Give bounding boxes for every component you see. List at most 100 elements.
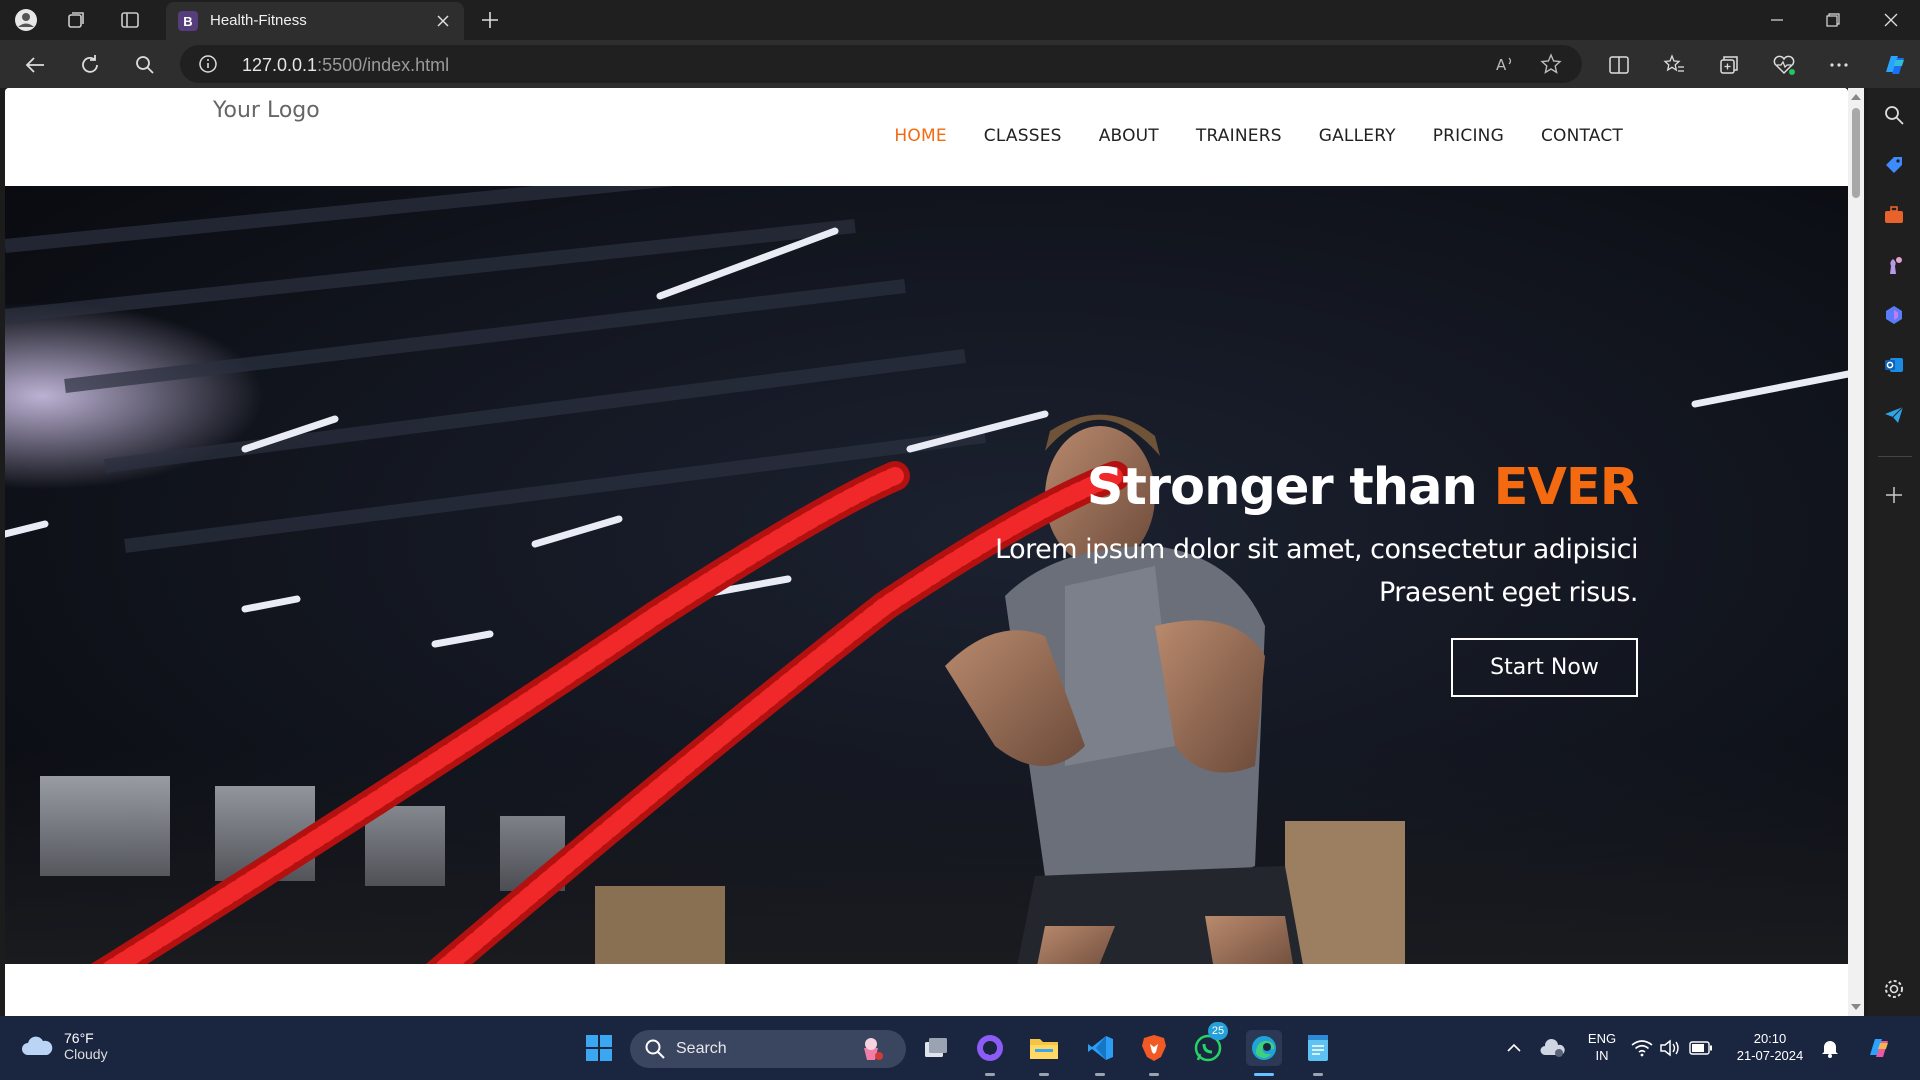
volume-icon[interactable] <box>1658 1030 1682 1066</box>
add-sidebar-app-icon[interactable] <box>1881 482 1907 508</box>
brave-running-indicator <box>1149 1073 1159 1076</box>
back-arrow-icon[interactable] <box>22 52 48 78</box>
copilot-sidebar-icon[interactable] <box>1881 302 1907 328</box>
outlook-icon[interactable] <box>1881 352 1907 378</box>
url-text[interactable]: 127.0.0.1:5500/index.html <box>242 55 449 76</box>
close-tab-icon[interactable] <box>432 10 454 32</box>
hero-title: Stronger than EVER <box>738 458 1639 518</box>
site-logo[interactable]: Your Logo <box>213 98 320 123</box>
site-info-icon[interactable] <box>198 54 218 74</box>
scroll-down-arrow-icon[interactable] <box>1848 1000 1864 1014</box>
menu-item-gallery[interactable]: GALLERY <box>1319 126 1396 146</box>
weather-temperature: 76°F <box>64 1030 94 1046</box>
taskbar-search-box[interactable]: Search <box>630 1030 906 1068</box>
scroll-up-arrow-icon[interactable] <box>1848 90 1864 104</box>
windows-start-icon[interactable] <box>581 1030 617 1066</box>
hero-title-main: Stronger than <box>1086 458 1494 517</box>
copilot-taskbar-icon[interactable] <box>1862 1030 1898 1066</box>
brave-browser-icon[interactable] <box>1136 1030 1172 1066</box>
clock-date: 21-07-2024 <box>1736 1048 1804 1063</box>
url-path: :5500/index.html <box>317 55 450 75</box>
vscode-icon[interactable] <box>1082 1030 1118 1066</box>
new-tab-icon[interactable] <box>478 8 502 32</box>
hero-subtitle: Lorem ipsum dolor sit amet, consectetur … <box>738 528 1638 614</box>
more-options-icon[interactable] <box>1826 52 1852 78</box>
hero-title-accent: EVER <box>1493 458 1639 517</box>
web-page: Your Logo HOME CLASSES ABOUT TRAINERS GA… <box>5 88 1848 1016</box>
menu-item-about[interactable]: ABOUT <box>1099 126 1159 146</box>
tools-briefcase-icon[interactable] <box>1881 202 1907 228</box>
wifi-icon[interactable] <box>1630 1030 1654 1066</box>
tab-title: Health-Fitness <box>210 12 307 29</box>
show-hidden-icons-chevron-icon[interactable] <box>1496 1030 1532 1066</box>
active-tab[interactable]: B Health-Fitness <box>166 2 464 40</box>
windows-taskbar: 76°F Cloudy Search 25 ENG IN 20:10 21-07… <box>0 1016 1920 1080</box>
read-aloud-icon[interactable]: A <box>1494 53 1516 75</box>
menu-item-classes[interactable]: CLASSES <box>984 126 1062 146</box>
vscode-running-indicator <box>1095 1073 1105 1076</box>
svg-text:A: A <box>1496 56 1507 74</box>
close-window-icon[interactable] <box>1874 6 1908 34</box>
task-view-icon[interactable] <box>918 1030 954 1066</box>
edge-browser-icon[interactable] <box>1246 1030 1282 1066</box>
profile-icon[interactable] <box>14 8 38 32</box>
file-explorer-icon[interactable] <box>1026 1030 1062 1066</box>
github-running-indicator <box>985 1073 995 1076</box>
url-host: 127.0.0.1 <box>242 55 318 75</box>
sidebar-search-icon[interactable] <box>1881 102 1907 128</box>
refresh-icon[interactable] <box>77 52 103 78</box>
site-header: Your Logo HOME CLASSES ABOUT TRAINERS GA… <box>5 88 1848 186</box>
cloud-icon <box>22 1036 53 1055</box>
browser-toolbar: 127.0.0.1:5500/index.html A <box>0 40 1920 88</box>
browser-essentials-icon[interactable] <box>1771 52 1797 78</box>
language-indicator[interactable]: ENG IN <box>1584 1030 1620 1064</box>
battery-icon[interactable] <box>1688 1030 1714 1066</box>
notepad-icon[interactable] <box>1300 1030 1336 1066</box>
sidebar-settings-gear-icon[interactable] <box>1881 976 1907 1002</box>
menu-item-contact[interactable]: CONTACT <box>1541 126 1623 146</box>
notepad-running-indicator <box>1313 1073 1323 1076</box>
search-placeholder: Search <box>676 1040 727 1057</box>
whatsapp-unread-badge: 25 <box>1208 1022 1228 1040</box>
onedrive-cloud-icon[interactable] <box>1535 1030 1571 1066</box>
menu-item-home[interactable]: HOME <box>894 126 946 146</box>
weather-condition: Cloudy <box>64 1046 108 1062</box>
edge-sidebar <box>1868 88 1920 1016</box>
favorites-icon[interactable] <box>1661 52 1687 78</box>
hero-subtitle-line2: Praesent eget risus. <box>1379 577 1639 608</box>
workspaces-icon[interactable] <box>64 8 88 32</box>
language-code: ENG <box>1587 1031 1617 1046</box>
region-code: IN <box>1595 1048 1609 1063</box>
hero-section: Stronger than EVER Lorem ipsum dolor sit… <box>5 186 1848 964</box>
shopping-tag-icon[interactable] <box>1881 152 1907 178</box>
page-scrollbar[interactable] <box>1848 88 1864 1016</box>
search-highlight-icon <box>864 1038 883 1060</box>
telegram-send-icon[interactable] <box>1881 402 1907 428</box>
split-screen-icon[interactable] <box>1606 52 1632 78</box>
browser-title-bar: B Health-Fitness <box>0 0 1920 40</box>
address-bar[interactable]: 127.0.0.1:5500/index.html A <box>180 45 1582 83</box>
tab-actions-icon[interactable] <box>118 8 142 32</box>
github-icon[interactable] <box>972 1030 1008 1066</box>
notifications-bell-icon[interactable] <box>1818 1030 1842 1066</box>
edge-active-indicator <box>1254 1073 1274 1076</box>
main-menu: HOME CLASSES ABOUT TRAINERS GALLERY PRIC… <box>857 126 1623 146</box>
scrollbar-thumb[interactable] <box>1852 108 1860 198</box>
hero-content: Stronger than EVER Lorem ipsum dolor sit… <box>738 458 1639 697</box>
copilot-icon[interactable] <box>1880 50 1910 80</box>
minimize-icon[interactable] <box>1760 6 1794 34</box>
start-now-button[interactable]: Start Now <box>1451 638 1638 697</box>
hero-subtitle-line1: Lorem ipsum dolor sit amet, consectetur … <box>995 534 1638 565</box>
collections-icon[interactable] <box>1716 52 1742 78</box>
menu-item-pricing[interactable]: PRICING <box>1433 126 1504 146</box>
restore-icon[interactable] <box>1816 6 1850 34</box>
bootstrap-favicon-icon: B <box>178 11 198 31</box>
menu-item-trainers[interactable]: TRAINERS <box>1196 126 1282 146</box>
search-icon[interactable] <box>132 52 158 78</box>
weather-widget[interactable]: 76°F Cloudy <box>20 1030 108 1062</box>
clock[interactable]: 20:10 21-07-2024 <box>1728 1030 1812 1064</box>
favorite-star-icon[interactable] <box>1540 53 1562 75</box>
games-chess-icon[interactable] <box>1881 252 1907 278</box>
search-icon <box>645 1039 665 1059</box>
explorer-running-indicator <box>1039 1073 1049 1076</box>
